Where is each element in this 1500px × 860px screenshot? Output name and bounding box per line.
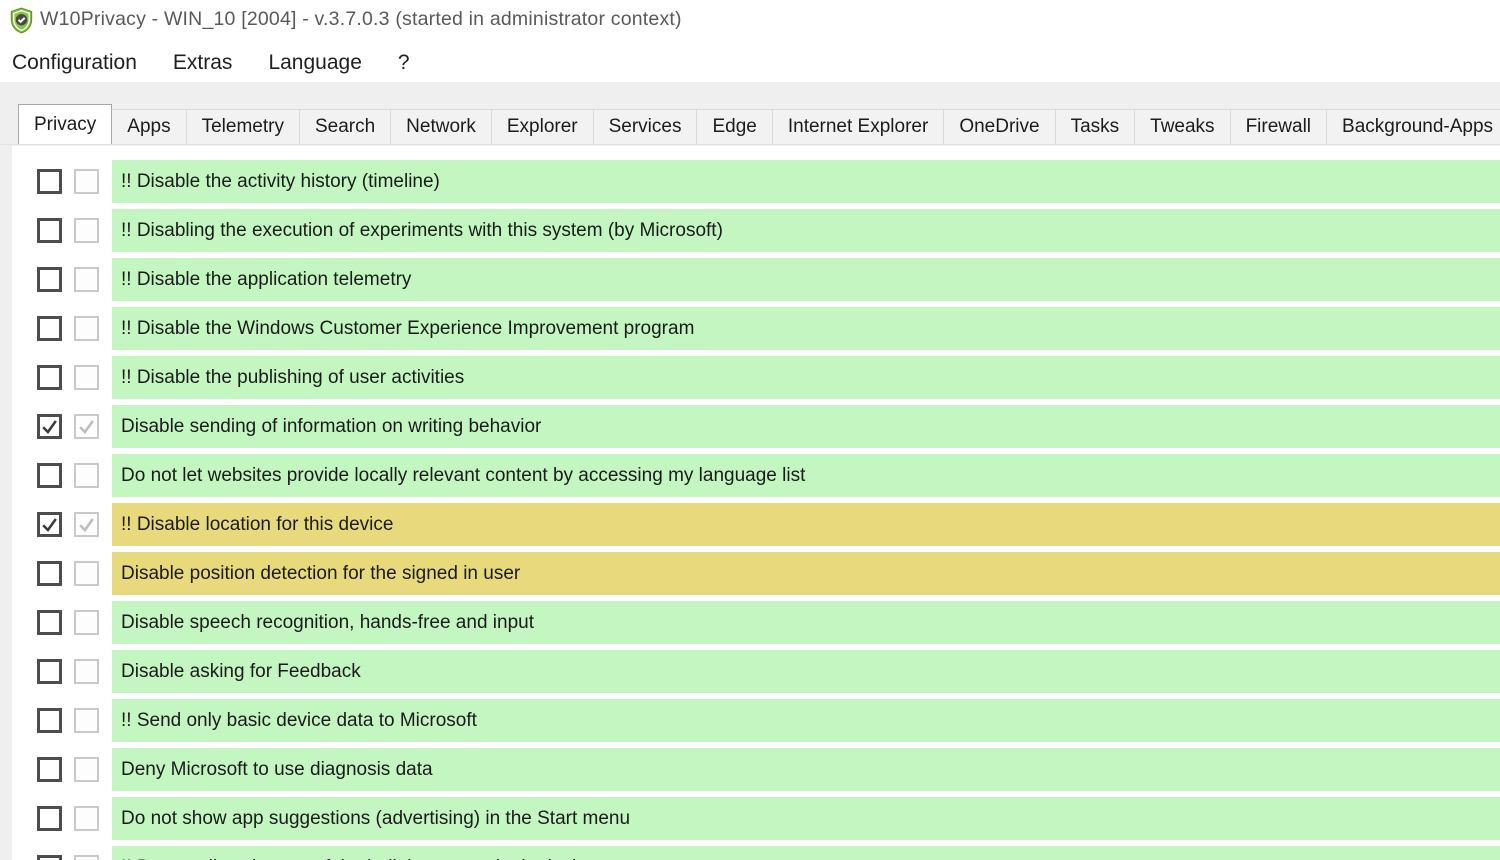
setting-row: Deny Microsoft to use diagnosis data [12, 748, 1500, 791]
setting-checkbox-set[interactable] [37, 757, 62, 782]
shield-check-icon [8, 7, 35, 34]
menu-item-extras[interactable]: Extras [173, 51, 233, 75]
setting-checkbox-set[interactable] [37, 365, 62, 390]
setting-highlight-stripe: !! Do not allow the use of the built in … [112, 846, 1500, 860]
tab-explorer[interactable]: Explorer [491, 109, 594, 144]
setting-highlight-stripe: !! Disable the Windows Customer Experien… [112, 307, 1500, 350]
setting-label: Deny Microsoft to use diagnosis data [112, 759, 433, 781]
menu-item-configuration[interactable]: Configuration [12, 51, 137, 75]
menubar: Configuration Extras Language? [0, 44, 1500, 82]
setting-checkbox-current[interactable] [74, 365, 99, 390]
setting-highlight-stripe: Do not let websites provide locally rele… [112, 454, 1500, 497]
setting-label: Do not show app suggestions (advertising… [112, 808, 630, 830]
setting-checkbox-current[interactable] [74, 659, 99, 684]
setting-highlight-stripe: !! Disable the activity history (timelin… [112, 160, 1500, 203]
setting-checkbox-set[interactable] [37, 414, 62, 439]
setting-row: !! Disable the Windows Customer Experien… [12, 307, 1500, 350]
setting-checkbox-current[interactable] [74, 855, 99, 860]
setting-checkbox-set[interactable] [37, 316, 62, 341]
setting-checkbox-set[interactable] [37, 561, 62, 586]
setting-checkbox-set[interactable] [37, 708, 62, 733]
setting-checkbox-current[interactable] [74, 414, 99, 439]
setting-checkbox-set[interactable] [37, 855, 62, 860]
setting-checkbox-current[interactable] [74, 610, 99, 635]
setting-checkbox-current[interactable] [74, 757, 99, 782]
setting-label: Disable asking for Feedback [112, 661, 361, 683]
tab-bar: PrivacyAppsTelemetrySearchNetworkExplore… [0, 82, 1500, 145]
tab-network[interactable]: Network [390, 109, 492, 144]
setting-label: !! Do not allow the use of the built in … [112, 857, 644, 860]
tab-tweaks[interactable]: Tweaks [1134, 109, 1230, 144]
tab-services[interactable]: Services [593, 109, 698, 144]
titlebar: W10Privacy - WIN_10 [2004] - v.3.7.0.3 (… [0, 0, 1500, 44]
tab-search[interactable]: Search [299, 109, 391, 144]
setting-highlight-stripe: Deny Microsoft to use diagnosis data [112, 748, 1500, 791]
setting-row: !! Disable the application telemetry [12, 258, 1500, 301]
tab-tasks[interactable]: Tasks [1055, 109, 1136, 144]
tab-onedrive[interactable]: OneDrive [943, 109, 1055, 144]
setting-checkbox-set[interactable] [37, 512, 62, 537]
setting-label: !! Disable location for this device [112, 514, 393, 536]
setting-checkbox-current[interactable] [74, 463, 99, 488]
setting-checkbox-set[interactable] [37, 169, 62, 194]
setting-label: !! Disable the publishing of user activi… [112, 367, 464, 389]
setting-row: !! Disabling the execution of experiment… [12, 209, 1500, 252]
setting-highlight-stripe: Disable position detection for the signe… [112, 552, 1500, 595]
setting-checkbox-current[interactable] [74, 561, 99, 586]
setting-highlight-stripe: Disable asking for Feedback [112, 650, 1500, 693]
setting-label: Do not let websites provide locally rele… [112, 465, 805, 487]
privacy-settings-list: !! Disable the activity history (timelin… [12, 146, 1500, 860]
setting-checkbox-set[interactable] [37, 610, 62, 635]
setting-checkbox-current[interactable] [74, 267, 99, 292]
setting-checkbox-current[interactable] [74, 512, 99, 537]
setting-highlight-stripe: !! Send only basic device data to Micros… [112, 699, 1500, 742]
setting-row: !! Do not allow the use of the built in … [12, 846, 1500, 860]
tab-edge[interactable]: Edge [696, 109, 772, 144]
setting-checkbox-set[interactable] [37, 267, 62, 292]
setting-checkbox-set[interactable] [37, 659, 62, 684]
window-title: W10Privacy - WIN_10 [2004] - v.3.7.0.3 (… [40, 8, 682, 31]
setting-row: !! Disable the activity history (timelin… [12, 160, 1500, 203]
setting-row: !! Send only basic device data to Micros… [12, 699, 1500, 742]
setting-row: Disable asking for Feedback [12, 650, 1500, 693]
tab-firewall[interactable]: Firewall [1230, 109, 1327, 144]
tab-privacy[interactable]: Privacy [18, 104, 112, 145]
setting-highlight-stripe: !! Disabling the execution of experiment… [112, 209, 1500, 252]
setting-label: !! Send only basic device data to Micros… [112, 710, 477, 732]
tab-internet-explorer[interactable]: Internet Explorer [772, 109, 944, 144]
setting-checkbox-current[interactable] [74, 708, 99, 733]
setting-checkbox-current[interactable] [74, 316, 99, 341]
tab-telemetry[interactable]: Telemetry [186, 109, 300, 144]
menu-item-help[interactable]: ? [398, 51, 410, 75]
setting-highlight-stripe: !! Disable location for this device [112, 503, 1500, 546]
setting-checkbox-set[interactable] [37, 806, 62, 831]
setting-row: !! Disable location for this device [12, 503, 1500, 546]
tab-background-apps[interactable]: Background-Apps [1326, 109, 1500, 144]
setting-row: Do not show app suggestions (advertising… [12, 797, 1500, 840]
setting-highlight-stripe: Disable sending of information on writin… [112, 405, 1500, 448]
setting-checkbox-current[interactable] [74, 218, 99, 243]
tab-apps[interactable]: Apps [111, 109, 186, 144]
setting-row: Disable sending of information on writin… [12, 405, 1500, 448]
menu-item-language[interactable]: Language [268, 51, 361, 75]
setting-label: !! Disable the Windows Customer Experien… [112, 318, 694, 340]
setting-checkbox-current[interactable] [74, 806, 99, 831]
setting-highlight-stripe: Disable speech recognition, hands-free a… [112, 601, 1500, 644]
setting-row: Disable position detection for the signe… [12, 552, 1500, 595]
setting-label: !! Disabling the execution of experiment… [112, 220, 723, 242]
setting-row: !! Disable the publishing of user activi… [12, 356, 1500, 399]
setting-highlight-stripe: Do not show app suggestions (advertising… [112, 797, 1500, 840]
setting-highlight-stripe: !! Disable the publishing of user activi… [112, 356, 1500, 399]
setting-checkbox-current[interactable] [74, 169, 99, 194]
setting-checkbox-set[interactable] [37, 218, 62, 243]
setting-label: !! Disable the application telemetry [112, 269, 411, 291]
setting-label: !! Disable the activity history (timelin… [112, 171, 440, 193]
setting-label: Disable position detection for the signe… [112, 563, 520, 585]
setting-row: Do not let websites provide locally rele… [12, 454, 1500, 497]
setting-row: Disable speech recognition, hands-free a… [12, 601, 1500, 644]
setting-label: Disable sending of information on writin… [112, 416, 541, 438]
setting-checkbox-set[interactable] [37, 463, 62, 488]
setting-highlight-stripe: !! Disable the application telemetry [112, 258, 1500, 301]
setting-label: Disable speech recognition, hands-free a… [112, 612, 534, 634]
